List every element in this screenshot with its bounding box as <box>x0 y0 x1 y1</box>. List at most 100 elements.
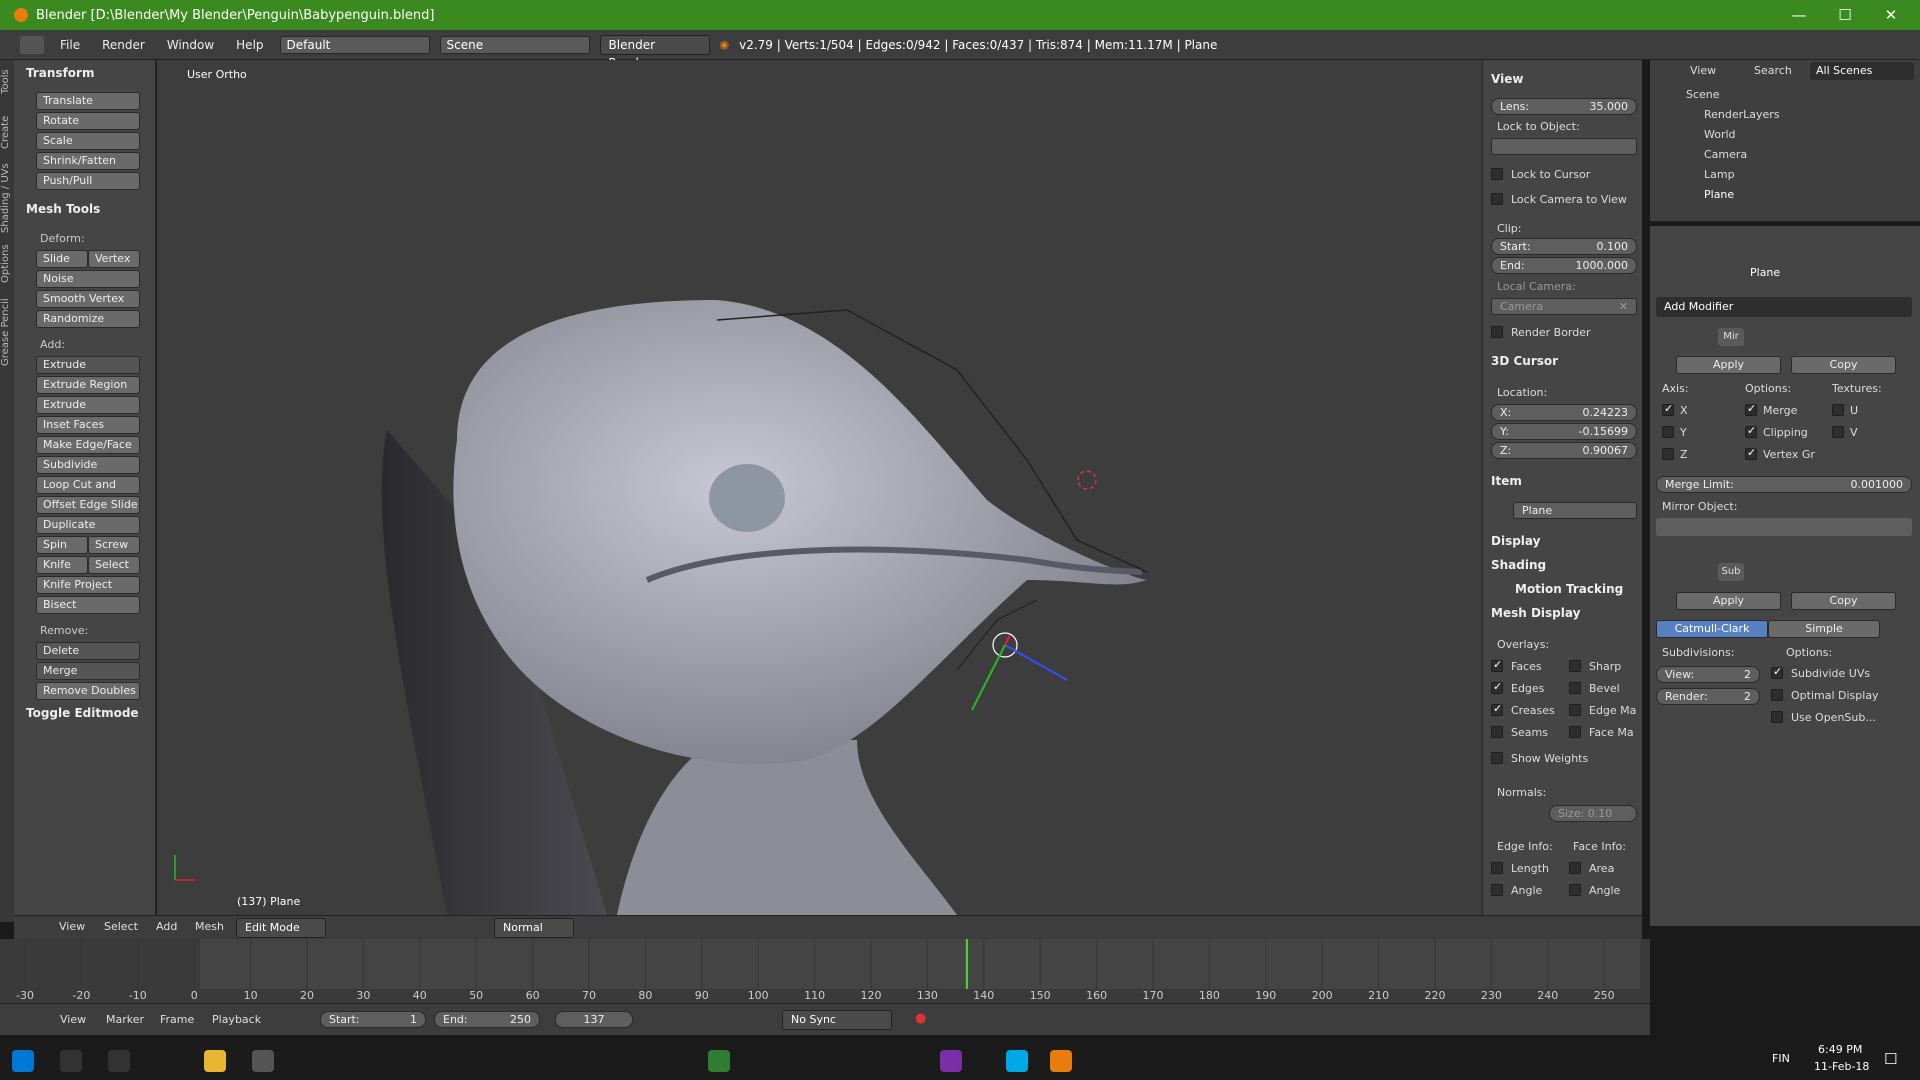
rotate-button[interactable]: Rotate <box>36 112 140 130</box>
edges-checkbox[interactable] <box>1491 680 1503 694</box>
clip-start-field[interactable]: Start: 0.100 <box>1491 238 1637 255</box>
outliner-view-menu[interactable]: View <box>1690 64 1716 77</box>
menu-help[interactable]: Help <box>230 38 269 52</box>
vp-menu-add[interactable]: Add <box>156 920 177 933</box>
clip-end-field[interactable]: End: 1000.000 <box>1491 257 1637 274</box>
mesh-display-panel-title[interactable]: Mesh Display <box>1491 606 1580 620</box>
noise-button[interactable]: Noise <box>36 270 140 288</box>
mode-select[interactable]: Edit Mode <box>236 918 326 938</box>
motion-tracking-panel-title[interactable]: Motion Tracking <box>1515 582 1623 596</box>
knife-select-button[interactable]: Select <box>88 556 140 574</box>
outliner-world[interactable]: World <box>1704 128 1736 141</box>
view-panel-title[interactable]: View <box>1491 72 1523 86</box>
outliner-camera[interactable]: Camera <box>1704 148 1747 161</box>
bevel-checkbox[interactable] <box>1569 682 1581 694</box>
sharp-checkbox[interactable] <box>1569 660 1581 672</box>
smooth-vertex-button[interactable]: Smooth Vertex <box>36 290 140 308</box>
extrude-region-button[interactable]: Extrude Region <box>36 376 140 394</box>
merge-dropdown[interactable]: Merge <box>36 662 140 680</box>
duplicate-button[interactable]: Duplicate <box>36 516 140 534</box>
task-view-icon[interactable] <box>108 1050 130 1072</box>
subsurf-copy-button[interactable]: Copy <box>1791 592 1896 610</box>
clock-time[interactable]: 6:49 PM <box>1818 1043 1862 1056</box>
menu-file[interactable]: File <box>54 38 86 52</box>
mesh-tools-panel-title[interactable]: Mesh Tools <box>18 198 108 220</box>
merge-limit-field[interactable]: Merge Limit: 0.001000 <box>1656 476 1912 493</box>
outliner-lamp[interactable]: Lamp <box>1704 168 1735 181</box>
mirror-apply-button[interactable]: Apply <box>1676 356 1781 374</box>
outliner-scene[interactable]: Scene <box>1686 88 1720 101</box>
slide-edge-button[interactable]: Slide Ed <box>36 250 88 281</box>
current-frame-field[interactable]: 137 <box>555 1011 633 1028</box>
sync-select[interactable]: No Sync <box>782 1010 892 1030</box>
tl-menu-marker[interactable]: Marker <box>106 1013 144 1026</box>
render-border-checkbox[interactable] <box>1491 326 1503 338</box>
optimal-display-checkbox[interactable] <box>1771 689 1783 701</box>
mirror-object-field[interactable] <box>1656 518 1912 536</box>
render-levels-field[interactable]: Render: 2 <box>1656 688 1760 705</box>
transform-panel-title[interactable]: Transform <box>18 62 102 84</box>
axis-z-checkbox[interactable] <box>1662 448 1674 460</box>
end-frame-field[interactable]: End: 250 <box>434 1011 540 1028</box>
lens-field[interactable]: Lens: 35.000 <box>1491 98 1637 115</box>
axis-x-checkbox[interactable] <box>1662 402 1674 416</box>
translate-button[interactable]: Translate <box>36 92 140 110</box>
tl-menu-playback[interactable]: Playback <box>212 1013 261 1026</box>
length-checkbox[interactable] <box>1491 862 1503 874</box>
seams-checkbox[interactable] <box>1491 726 1503 738</box>
subdivide-uvs-checkbox[interactable] <box>1771 665 1783 679</box>
opensubdiv-checkbox[interactable] <box>1771 711 1783 723</box>
texture-v-checkbox[interactable] <box>1832 426 1844 438</box>
edge-marks-checkbox[interactable] <box>1569 704 1581 716</box>
toggle-editmode-panel[interactable]: Toggle Editmode <box>18 702 147 724</box>
maximize-button[interactable]: ☐ <box>1822 0 1868 30</box>
file-explorer-icon[interactable] <box>204 1050 226 1072</box>
inset-faces-button[interactable]: Inset Faces <box>36 416 140 434</box>
texture-u-checkbox[interactable] <box>1832 404 1844 416</box>
item-name-field[interactable]: Plane <box>1513 502 1637 519</box>
subdivide-button[interactable]: Subdivide <box>36 456 140 474</box>
outliner-plane[interactable]: Plane <box>1704 188 1734 201</box>
menu-render[interactable]: Render <box>96 38 151 52</box>
skype-icon[interactable] <box>1006 1050 1028 1072</box>
cursor-x-field[interactable]: X: 0.24223 <box>1491 404 1637 421</box>
close-button[interactable]: ✕ <box>1868 0 1914 30</box>
spin-button[interactable]: Spin <box>36 536 88 554</box>
orientation-select[interactable]: Normal <box>494 918 574 938</box>
face-marks-checkbox[interactable] <box>1569 726 1581 738</box>
penguin-mesh[interactable] <box>157 60 1482 915</box>
minimize-button[interactable]: — <box>1776 0 1822 30</box>
extrude-individual-button[interactable]: Extrude Individual <box>36 396 140 427</box>
merge-checkbox[interactable] <box>1745 402 1757 416</box>
shrink-fatten-button[interactable]: Shrink/Fatten <box>36 152 140 170</box>
display-mode-select[interactable]: All Scenes <box>1810 62 1914 80</box>
lock-camera-checkbox[interactable] <box>1491 193 1503 205</box>
lock-cursor-checkbox[interactable] <box>1491 168 1503 180</box>
item-panel-title[interactable]: Item <box>1491 474 1522 488</box>
vp-menu-select[interactable]: Select <box>104 920 138 933</box>
tab-shading-uvs[interactable]: Shading / UVs <box>0 160 14 236</box>
make-edge-face-button[interactable]: Make Edge/Face <box>36 436 140 454</box>
add-modifier-select[interactable]: Add Modifier <box>1656 297 1912 317</box>
outliner-renderlayers[interactable]: RenderLayers <box>1704 108 1780 121</box>
clock-date[interactable]: 11-Feb-18 <box>1814 1060 1869 1073</box>
tab-options[interactable]: Options <box>0 240 14 288</box>
3d-cursor-panel-title[interactable]: 3D Cursor <box>1491 354 1558 368</box>
knife-button[interactable]: Knife <box>36 556 88 574</box>
view-levels-field[interactable]: View: 2 <box>1656 666 1760 683</box>
screw-button[interactable]: Screw <box>88 536 140 554</box>
vp-menu-view[interactable]: View <box>59 920 85 933</box>
3d-viewport[interactable]: User Ortho (137) Plane <box>157 60 1482 915</box>
blender-taskbar-icon[interactable] <box>1050 1050 1072 1072</box>
tab-tools[interactable]: Tools <box>0 64 14 100</box>
push-pull-button[interactable]: Push/Pull <box>36 172 140 190</box>
menu-window[interactable]: Window <box>161 38 220 52</box>
clipping-checkbox[interactable] <box>1745 424 1757 438</box>
extrude-dropdown[interactable]: Extrude <box>36 356 140 374</box>
area-checkbox[interactable] <box>1569 862 1581 874</box>
display-panel-title[interactable]: Display <box>1491 534 1540 548</box>
vp-menu-mesh[interactable]: Mesh <box>195 920 224 933</box>
mirror-copy-button[interactable]: Copy <box>1791 356 1896 374</box>
scene-field[interactable]: Scene <box>439 35 590 54</box>
notifications-icon[interactable]: ☐ <box>1884 1050 1897 1068</box>
